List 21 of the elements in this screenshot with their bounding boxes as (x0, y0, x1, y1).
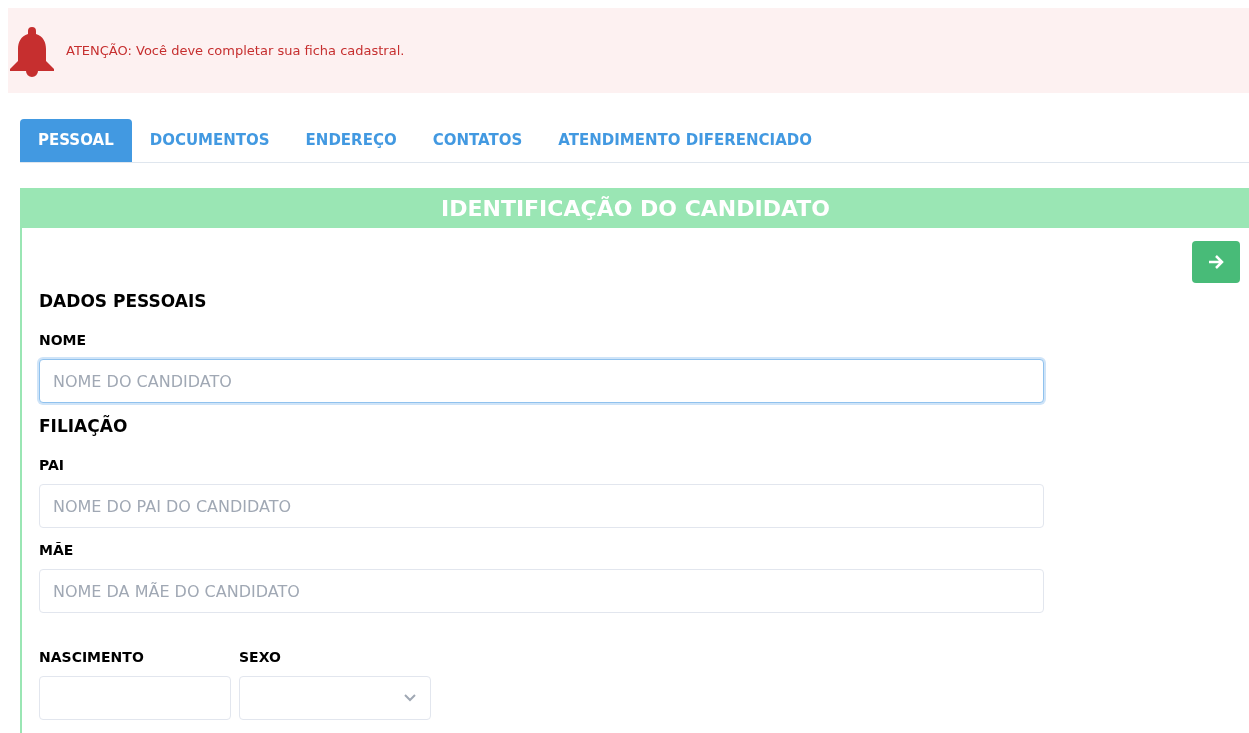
section-heading: DADOS PESSOAIS (39, 290, 208, 313)
tab[interactable]: PESSOAL (20, 119, 132, 162)
text-field[interactable]: NOME DO CANDIDATO (39, 359, 1044, 403)
date-field[interactable] (39, 676, 231, 720)
tab[interactable]: ENDEREÇO (287, 119, 415, 162)
field-label: NASCIMENTO (39, 648, 145, 667)
chevron-down-icon (404, 694, 416, 702)
field-label: MÃE (39, 541, 75, 560)
field-label: PAI (39, 456, 66, 475)
panel-header: IDENTIFICAÇÃO DO CANDIDATO (22, 188, 1249, 228)
arrow-right-icon (1208, 255, 1224, 269)
tab[interactable]: ATENDIMENTO DIFERENCIADO (540, 119, 830, 162)
tab[interactable]: DOCUMENTOS (131, 119, 288, 162)
field-label: SEXO (239, 648, 282, 667)
field-label: NOME (39, 331, 88, 350)
alert-text: ATENÇÃO: Você deve completar sua ficha cadastral. (66, 41, 405, 60)
next-button[interactable] (1192, 241, 1240, 283)
bell-icon (8, 24, 56, 77)
section-heading: FILIAÇÃO (39, 414, 129, 438)
select-field[interactable] (239, 676, 431, 720)
tab[interactable]: CONTATOS (414, 119, 541, 162)
